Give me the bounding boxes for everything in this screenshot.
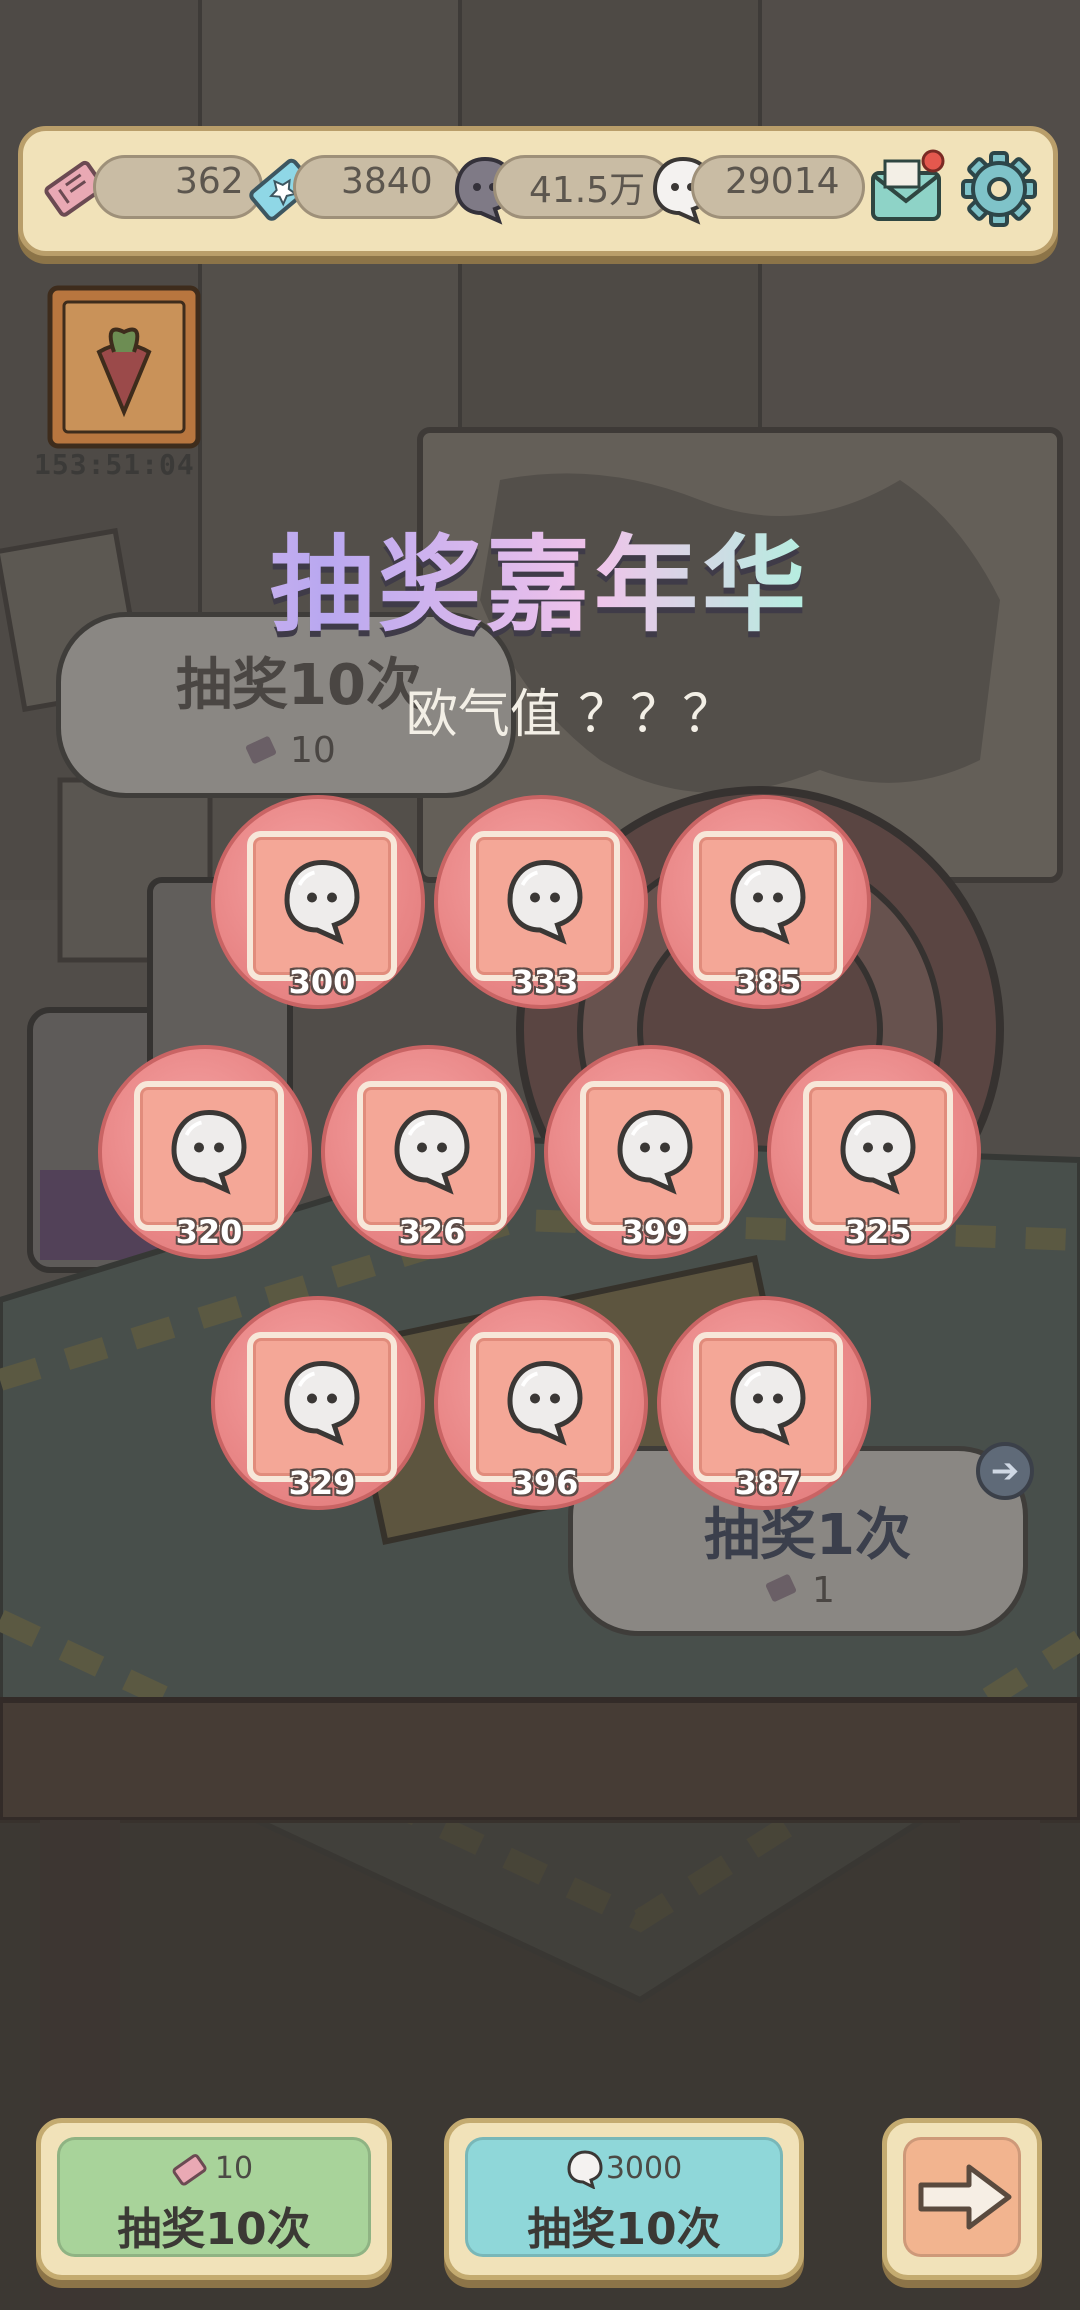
gem-count: 3840	[341, 161, 433, 202]
arrow-right-icon	[918, 2164, 1012, 2230]
prize-slot[interactable]: 387	[657, 1296, 871, 1510]
prize-card	[693, 1332, 843, 1482]
prize-card	[134, 1081, 284, 1231]
white-ghost-count: 29014	[725, 161, 840, 202]
prize-slot[interactable]: 329	[211, 1296, 425, 1510]
prize-amount: 329	[288, 1464, 356, 1502]
prize-slot[interactable]: 320	[98, 1045, 312, 1259]
event-card-icon[interactable]	[44, 282, 204, 452]
prize-card	[247, 831, 397, 981]
prize-amount: 387	[734, 1464, 802, 1502]
next-page-button[interactable]	[882, 2118, 1042, 2280]
dark-ghost-count: 41.5万	[529, 170, 646, 211]
white-ghost-icon	[164, 1105, 254, 1199]
white-ghost-icon	[387, 1105, 477, 1199]
white-ghost-icon	[610, 1105, 700, 1199]
ticket-count: 362	[175, 161, 244, 202]
next-arrow-button[interactable]: ➔	[976, 1442, 1034, 1500]
white-ghost-icon	[833, 1105, 923, 1199]
back-bubble-draw1-cost: 1	[812, 1570, 835, 1611]
prize-card	[470, 1332, 620, 1482]
prize-slot[interactable]: 325	[767, 1045, 981, 1259]
prize-card	[357, 1081, 507, 1231]
draw-10-ghost-button[interactable]: 3000 抽奖10次	[444, 2118, 804, 2280]
prize-amount: 385	[734, 963, 802, 1001]
draw-10-ghost-label: 抽奖10次	[527, 2204, 721, 2255]
event-timer: 153:51:04	[34, 448, 195, 481]
white-ghost-icon	[723, 855, 813, 949]
draw-10-ghost-cost: 3000	[605, 2151, 683, 2186]
draw-10-ticket-cost: 10	[214, 2151, 254, 2186]
prize-card	[693, 831, 843, 981]
prize-amount: 399	[621, 1213, 689, 1251]
ticket-icon	[765, 1574, 797, 1602]
prize-card	[803, 1081, 953, 1231]
luck-value-label: 欧气值 ？？？	[405, 685, 735, 745]
prize-amount: 333	[511, 963, 579, 1001]
prize-slot[interactable]: 300	[211, 795, 425, 1009]
prize-slot[interactable]: 399	[544, 1045, 758, 1259]
white-ghost-icon	[277, 855, 367, 949]
prize-slot[interactable]: 333	[434, 795, 648, 1009]
prize-amount: 320	[175, 1213, 243, 1251]
white-ghost-icon	[723, 1356, 813, 1450]
currency-bar: 362 3840 41.5万 29014	[18, 126, 1058, 256]
prize-slot[interactable]: 385	[657, 795, 871, 1009]
prize-amount: 300	[288, 963, 356, 1001]
white-ghost-icon	[500, 1356, 590, 1450]
page-title: 抽奖嘉年华	[0, 500, 1080, 651]
draw-10-ticket-button[interactable]: 10 抽奖10次	[36, 2118, 392, 2280]
mail-icon[interactable]	[863, 143, 953, 233]
white-ghost-icon	[277, 1356, 367, 1450]
prize-slot[interactable]: 396	[434, 1296, 648, 1510]
prize-card	[580, 1081, 730, 1231]
draw-10-ticket-label: 抽奖10次	[117, 2204, 311, 2255]
prize-card	[470, 831, 620, 981]
prize-card	[247, 1332, 397, 1482]
prize-amount: 325	[844, 1213, 912, 1251]
prize-amount: 396	[511, 1464, 579, 1502]
settings-gear-icon[interactable]	[957, 147, 1041, 231]
prize-slot[interactable]: 326	[321, 1045, 535, 1259]
prize-amount: 326	[398, 1213, 466, 1251]
white-ghost-icon	[500, 855, 590, 949]
